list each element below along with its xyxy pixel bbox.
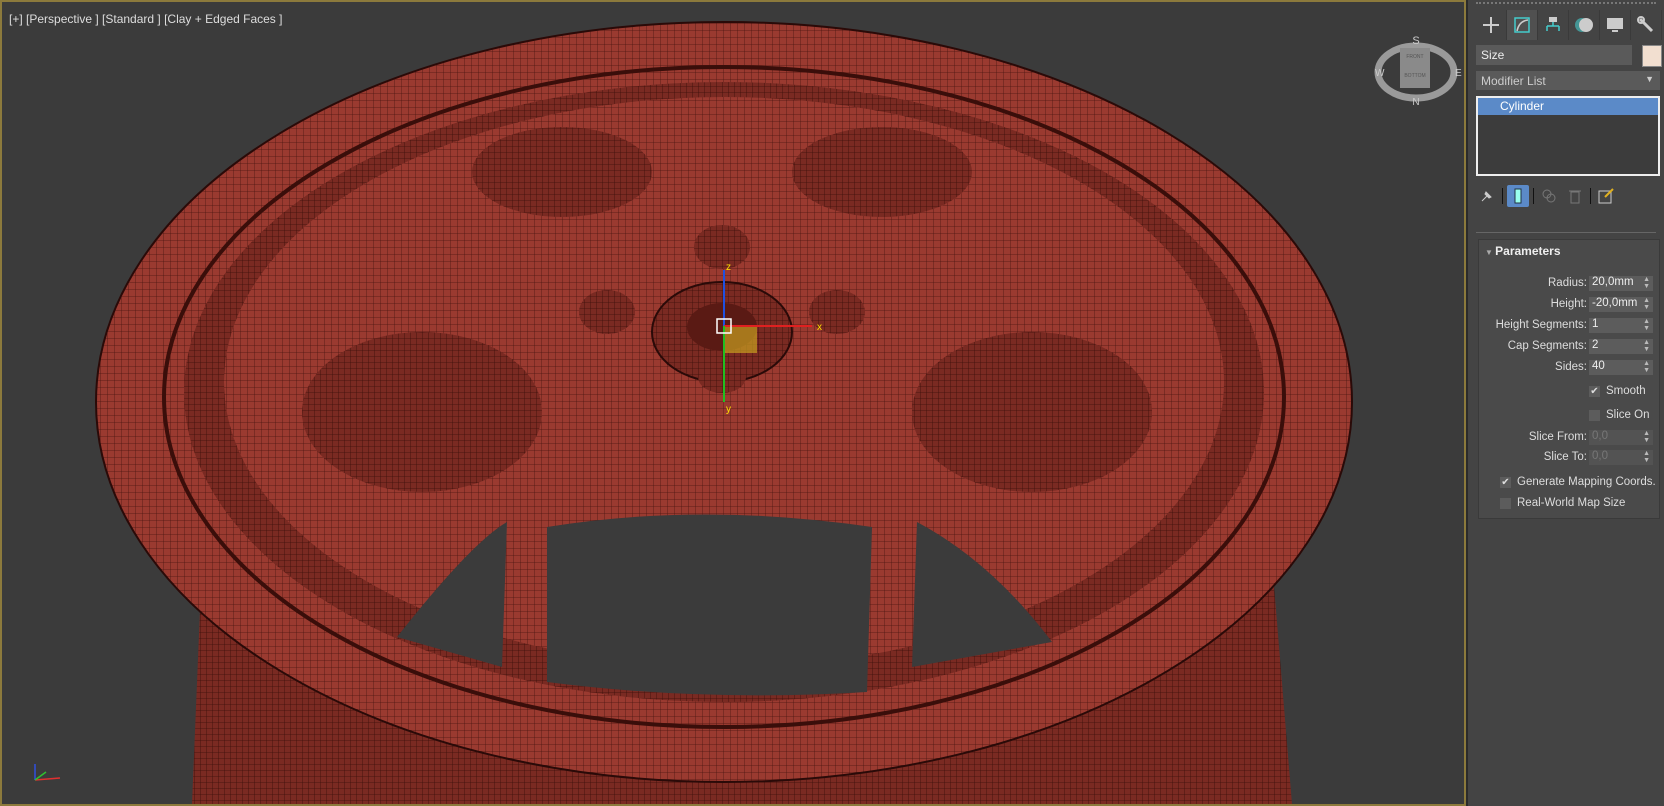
height-segments-value: 1: [1592, 318, 1599, 330]
spinner-arrows-icon[interactable]: ▲ ▼: [1643, 450, 1650, 464]
slice-on-label: Slice On: [1606, 409, 1650, 421]
wheel-mesh: x y z: [34, 21, 1353, 804]
viewcube[interactable]: S N W E FRONT BOTTOM: [1370, 34, 1462, 106]
compass-w: W: [1375, 68, 1385, 79]
height-spinner[interactable]: -20,0mm ▲ ▼: [1589, 297, 1653, 312]
generate-mapping-checkbox[interactable]: ✔: [1500, 477, 1511, 488]
display-icon: [1607, 18, 1623, 32]
cap-segments-spinner[interactable]: 2 ▲ ▼: [1589, 339, 1653, 354]
hierarchy-icon: [1546, 17, 1560, 31]
spinner-arrows-icon[interactable]: ▲ ▼: [1643, 430, 1650, 444]
modifier-stack: Cylinder: [1476, 96, 1660, 176]
object-color-swatch[interactable]: [1642, 45, 1662, 67]
utilities-wrench-icon: [1637, 16, 1654, 33]
slice-from-row: Slice From: 0,0 ▲ ▼: [1479, 430, 1659, 446]
stack-item-cylinder[interactable]: Cylinder: [1478, 98, 1658, 115]
divider: [1533, 188, 1534, 204]
spinner-arrows-icon[interactable]: ▲ ▼: [1643, 297, 1650, 311]
trash-icon: [1569, 190, 1581, 204]
panel-grip[interactable]: [1476, 2, 1656, 6]
tab-modify[interactable]: [1507, 10, 1538, 40]
compass-n: N: [1412, 97, 1419, 106]
generate-mapping-label: Generate Mapping Coords.: [1517, 476, 1656, 488]
stack-toolbar: [1476, 184, 1660, 208]
spinner-arrows-icon[interactable]: ▲ ▼: [1643, 276, 1650, 290]
smooth-label: Smooth: [1606, 385, 1646, 397]
tab-motion[interactable]: [1569, 10, 1600, 40]
tab-utilities[interactable]: [1631, 10, 1662, 40]
tab-create[interactable]: [1476, 10, 1507, 40]
remove-modifier-button[interactable]: [1564, 185, 1586, 207]
sides-row: Sides: 40 ▲ ▼: [1479, 360, 1659, 376]
gizmo-x-label: x: [817, 322, 822, 333]
parameters-title: Parameters: [1495, 244, 1561, 258]
height-segments-row: Height Segments: 1 ▲ ▼: [1479, 318, 1659, 334]
slice-to-value: 0,0: [1592, 450, 1608, 462]
compass-e: E: [1455, 68, 1462, 79]
cube-face-bottom: BOTTOM: [1404, 73, 1425, 79]
spinner-arrows-icon[interactable]: ▲ ▼: [1643, 360, 1650, 374]
real-world-map-label: Real-World Map Size: [1517, 497, 1626, 509]
collapse-triangle-icon: ▼: [1485, 248, 1496, 257]
gizmo-z-label: z: [726, 262, 731, 273]
slice-to-spinner[interactable]: 0,0 ▲ ▼: [1589, 450, 1653, 465]
modify-icon: [1514, 17, 1530, 33]
divider[interactable]: [1476, 232, 1656, 233]
pin-stack-button[interactable]: [1476, 185, 1498, 207]
viewport-label[interactable]: [+] [Perspective ] [Standard ] [Clay + E…: [9, 12, 282, 26]
object-name-field[interactable]: Size: [1476, 45, 1632, 65]
sides-label: Sides:: [1555, 361, 1587, 373]
tab-hierarchy[interactable]: [1538, 10, 1569, 40]
smooth-checkbox[interactable]: ✔: [1589, 386, 1600, 397]
gizmo-y-label: y: [726, 404, 731, 415]
motion-icon: [1575, 18, 1593, 32]
slice-to-row: Slice To: 0,0 ▲ ▼: [1479, 450, 1659, 466]
sides-spinner[interactable]: 40 ▲ ▼: [1589, 360, 1653, 375]
command-panel: Size Modifier List ▼ Cylinder ▼ Parameter…: [1468, 0, 1664, 806]
create-plus-icon: [1483, 17, 1499, 33]
radius-row: Radius: 20,0mm ▲ ▼: [1479, 276, 1659, 292]
sides-value: 40: [1592, 360, 1605, 372]
slice-on-checkbox[interactable]: [1589, 410, 1600, 421]
divider: [1502, 188, 1503, 204]
tab-display[interactable]: [1600, 10, 1631, 40]
command-panel-tabs: [1476, 10, 1662, 40]
show-end-result-button[interactable]: [1507, 185, 1529, 207]
cap-segments-row: Cap Segments: 2 ▲ ▼: [1479, 339, 1659, 355]
make-unique-button[interactable]: [1538, 185, 1560, 207]
cap-segments-label: Cap Segments:: [1507, 340, 1587, 352]
cap-segments-value: 2: [1592, 339, 1599, 351]
spinner-arrows-icon[interactable]: ▲ ▼: [1643, 318, 1650, 332]
height-label: Height:: [1550, 298, 1587, 310]
make-unique-icon: [1542, 189, 1556, 203]
radius-spinner[interactable]: 20,0mm ▲ ▼: [1589, 276, 1653, 291]
divider: [1590, 188, 1591, 204]
slice-to-label: Slice To:: [1543, 451, 1587, 463]
cube-face-front: FRONT: [1406, 54, 1423, 60]
chevron-down-icon: ▼: [1645, 74, 1654, 84]
perspective-viewport[interactable]: x y z [+] [Perspective ] [Standard ] [Cl…: [0, 0, 1466, 806]
compass-s: S: [1412, 35, 1419, 47]
spinner-arrows-icon[interactable]: ▲ ▼: [1643, 339, 1650, 353]
radius-label: Radius:: [1548, 277, 1587, 289]
modifier-list-label: Modifier List: [1481, 74, 1546, 88]
radius-value: 20,0mm: [1592, 276, 1634, 288]
slice-from-value: 0,0: [1592, 430, 1608, 442]
pin-icon: [1481, 191, 1492, 202]
configure-modifier-sets-button[interactable]: [1595, 185, 1617, 207]
parameters-header[interactable]: ▼ Parameters: [1485, 244, 1561, 258]
configure-icon: [1598, 188, 1614, 204]
height-segments-spinner[interactable]: 1 ▲ ▼: [1589, 318, 1653, 333]
height-row: Height: -20,0mm ▲ ▼: [1479, 297, 1659, 313]
end-result-icon: [1514, 188, 1522, 204]
height-segments-label: Height Segments:: [1495, 319, 1587, 331]
real-world-map-checkbox[interactable]: [1500, 498, 1511, 509]
parameters-rollout: ▼ Parameters Radius: 20,0mm ▲ ▼ Height: -20,…: [1478, 239, 1660, 519]
height-value: -20,0mm: [1592, 297, 1638, 309]
slice-from-label: Slice From:: [1528, 431, 1587, 443]
modifier-list-dropdown[interactable]: Modifier List ▼: [1476, 71, 1660, 90]
slice-from-spinner[interactable]: 0,0 ▲ ▼: [1589, 430, 1653, 445]
